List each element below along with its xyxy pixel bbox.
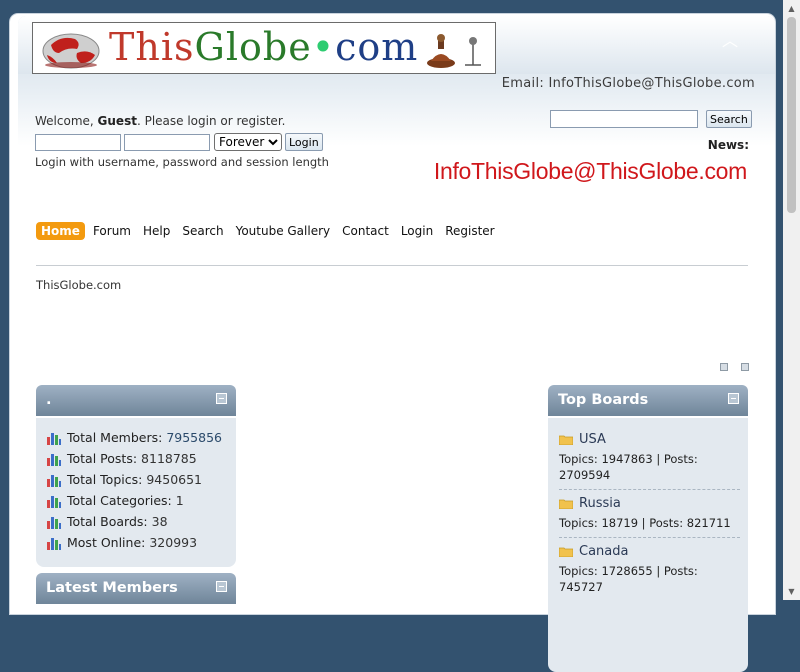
site-logo[interactable]: ThisGlobe•com	[32, 22, 496, 74]
latest-members-title: Latest Members	[36, 573, 236, 604]
bar-chart-icon	[47, 474, 61, 487]
stamp-icon	[427, 34, 481, 68]
bar-chart-icon	[47, 432, 61, 445]
stats-panel-title: .	[36, 385, 236, 416]
stat-row: Total Boards: 38	[46, 511, 226, 532]
menu-login[interactable]: Login	[397, 222, 437, 240]
folder-icon	[559, 547, 573, 557]
collapse-header-icon[interactable]: ︿	[722, 33, 738, 49]
menu-youtube-gallery[interactable]: Youtube Gallery	[232, 222, 335, 240]
news-label: News:	[707, 138, 749, 152]
password-input[interactable]	[124, 133, 210, 151]
top-boards-body: USA Topics: 1947863 | Posts: 2709594 Rus…	[548, 418, 748, 672]
menu-home[interactable]: Home	[36, 222, 85, 240]
minimize-icon[interactable]	[728, 393, 739, 404]
board-stats: Topics: 1947863 | Posts: 2709594	[559, 452, 698, 482]
board-link[interactable]: USA	[559, 432, 740, 447]
page-frame: ThisGlobe•com ︿ Email: InfoThisGlobe@Thi…	[10, 14, 775, 672]
stats-panel-body: Total Members: 7955856 Total Posts: 811878…	[36, 418, 236, 567]
search-area: Search	[550, 110, 752, 128]
board-item: Canada Topics: 1728655 | Posts: 745727	[559, 538, 740, 601]
stat-row: Total Topics: 9450651	[46, 469, 226, 490]
stat-row: Total Categories: 1	[46, 490, 226, 511]
menu-register[interactable]: Register	[441, 222, 498, 240]
bar-chart-icon	[47, 453, 61, 466]
minimize-icon[interactable]	[216, 581, 227, 592]
scrollbar-thumb[interactable]	[787, 17, 796, 213]
menu-help[interactable]: Help	[139, 222, 174, 240]
guest-name: Guest	[97, 114, 137, 128]
stats-panel: . Total Members: 7955856 Total Posts: 8118…	[36, 385, 236, 567]
news-text: InfoThisGlobe@ThisGlobe.com	[433, 158, 747, 184]
main-menu: Home Forum Help Search Youtube Gallery C…	[36, 222, 503, 240]
breadcrumb[interactable]: ThisGlobe.com	[36, 278, 121, 292]
stat-row: Total Posts: 8118785	[46, 448, 226, 469]
collapse-right-icon[interactable]	[741, 363, 749, 371]
folder-icon	[559, 499, 573, 509]
minimize-icon[interactable]	[216, 393, 227, 404]
bar-chart-icon	[47, 537, 61, 550]
board-item: Russia Topics: 18719 | Posts: 821711	[559, 490, 740, 538]
welcome-text: Welcome, Guest. Please login or register…	[35, 114, 286, 128]
page-scrollbar[interactable]: ▲ ▼	[783, 0, 800, 600]
login-form: Forever Login	[35, 133, 323, 151]
search-button[interactable]: Search	[706, 110, 752, 128]
top-boards-panel: Top Boards USA Topics: 1947863 | Posts: …	[548, 385, 748, 672]
menu-forum[interactable]: Forum	[89, 222, 135, 240]
folder-icon	[559, 435, 573, 445]
menu-search[interactable]: Search	[178, 222, 227, 240]
menu-divider	[36, 265, 748, 266]
scroll-down-icon[interactable]: ▼	[783, 583, 800, 600]
latest-members-panel: Latest Members	[36, 573, 236, 604]
top-boards-title: Top Boards	[548, 385, 748, 416]
header-email: Email: InfoThisGlobe@ThisGlobe.com	[501, 76, 755, 91]
stat-row: Most Online: 320993	[46, 532, 226, 553]
board-stats: Topics: 18719 | Posts: 821711	[559, 516, 731, 530]
board-item: USA Topics: 1947863 | Posts: 2709594	[559, 426, 740, 490]
board-stats: Topics: 1728655 | Posts: 745727	[559, 564, 698, 594]
menu-contact[interactable]: Contact	[338, 222, 393, 240]
session-length-select[interactable]: Forever	[214, 133, 282, 151]
username-input[interactable]	[35, 133, 121, 151]
scroll-up-icon[interactable]: ▲	[783, 0, 800, 17]
bar-chart-icon	[47, 495, 61, 508]
logo-wordmark: ThisGlobe•com	[109, 25, 419, 69]
login-hint: Login with username, password and sessio…	[35, 155, 329, 169]
stat-row: Total Members: 7955856	[46, 427, 226, 448]
bar-chart-icon	[47, 516, 61, 529]
login-button[interactable]: Login	[285, 133, 323, 151]
board-link[interactable]: Russia	[559, 496, 740, 511]
board-link[interactable]: Canada	[559, 544, 740, 559]
collapse-left-icon[interactable]	[720, 363, 728, 371]
search-input[interactable]	[550, 110, 698, 128]
globe-icon	[42, 33, 100, 69]
